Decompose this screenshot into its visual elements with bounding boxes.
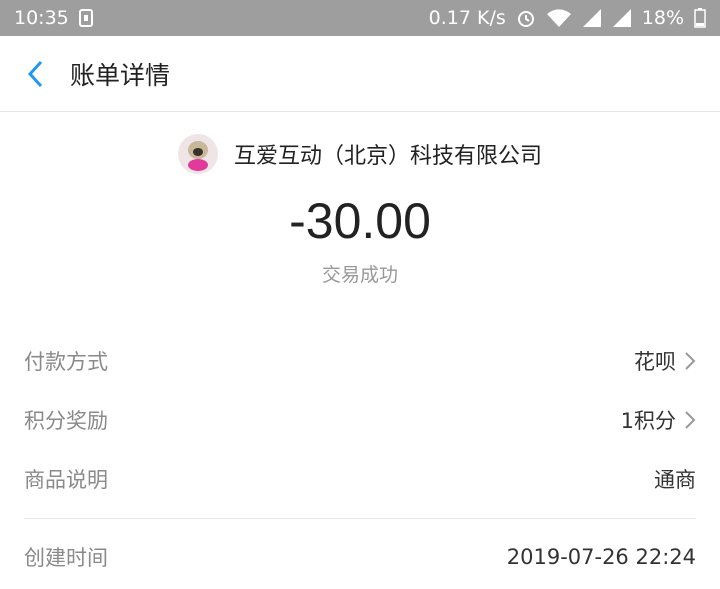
avatar [177,134,218,174]
created-time-label: 创建时间 [24,545,108,570]
chevron-right-icon [684,410,696,430]
notification-icon [78,9,93,27]
signal-icon-2 [612,8,632,28]
merchant-row: 互爱互动（北京）科技有限公司 [0,134,720,174]
network-speed: 0.17 K/s [428,7,506,29]
chevron-left-icon [27,60,43,87]
signal-icon [582,8,602,28]
amount: -30.00 [289,193,431,249]
battery-percent: 18% [641,7,684,29]
payment-method-label: 付款方式 [24,349,108,374]
status-bar: 10:35 0.17 K/s 18% [0,0,720,36]
nav-bar: 账单详情 [0,36,720,112]
product-description-label: 商品说明 [24,467,108,492]
alarm-icon [516,8,536,28]
points-reward-row[interactable]: 积分奖励 1积分 [24,390,696,449]
wifi-icon [546,8,572,28]
transaction-status: 交易成功 [321,264,398,286]
status-time: 10:35 [14,7,69,29]
merchant-name: 互爱互动（北京）科技有限公司 [233,144,542,169]
points-reward-label: 积分奖励 [24,408,108,433]
details-list: 付款方式 花呗 积分奖励 1积分 商品说明 通商 创建时间 2019-07-26… [0,331,720,586]
payment-method-value: 花呗 [634,349,676,374]
chevron-right-icon [684,351,696,371]
created-time-row: 创建时间 2019-07-26 22:24 [24,527,696,586]
page-title: 账单详情 [70,60,171,90]
product-description-value: 通商 [654,467,696,492]
product-description-row: 商品说明 通商 [24,449,696,508]
created-time-value: 2019-07-26 22:24 [506,544,696,569]
divider [24,518,696,519]
back-button[interactable] [0,36,70,112]
points-reward-value: 1积分 [620,408,676,433]
battery-icon [694,8,706,28]
payment-method-row[interactable]: 付款方式 花呗 [24,331,696,390]
